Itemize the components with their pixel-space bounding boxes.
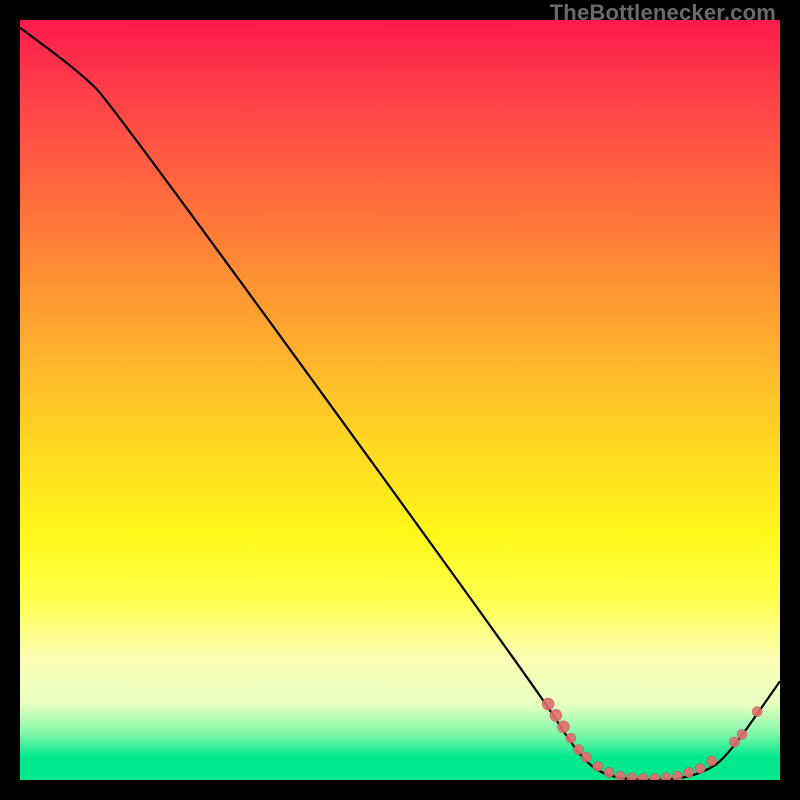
data-marker bbox=[661, 773, 671, 780]
data-marker bbox=[542, 698, 554, 710]
data-marker bbox=[574, 745, 584, 755]
curve-group bbox=[20, 28, 780, 780]
bottleneck-curve-line bbox=[20, 28, 780, 780]
chart-svg bbox=[20, 20, 780, 780]
data-marker bbox=[650, 773, 660, 780]
data-marker bbox=[550, 709, 562, 721]
data-marker bbox=[557, 721, 569, 733]
data-marker bbox=[672, 771, 682, 780]
data-marker bbox=[707, 756, 717, 766]
data-markers bbox=[542, 698, 762, 780]
data-marker bbox=[566, 733, 576, 743]
data-marker bbox=[695, 764, 705, 774]
watermark-text: TheBottlenecker.com bbox=[550, 0, 776, 26]
data-marker bbox=[581, 752, 591, 762]
data-marker bbox=[627, 773, 637, 780]
data-marker bbox=[638, 773, 648, 780]
data-marker bbox=[737, 729, 747, 739]
data-marker bbox=[615, 771, 625, 780]
data-marker bbox=[593, 761, 603, 771]
data-marker bbox=[684, 767, 694, 777]
data-marker bbox=[729, 737, 739, 747]
data-marker bbox=[604, 767, 614, 777]
chart-frame: TheBottlenecker.com bbox=[0, 0, 800, 800]
plot-area bbox=[20, 20, 780, 780]
data-marker bbox=[752, 707, 762, 717]
